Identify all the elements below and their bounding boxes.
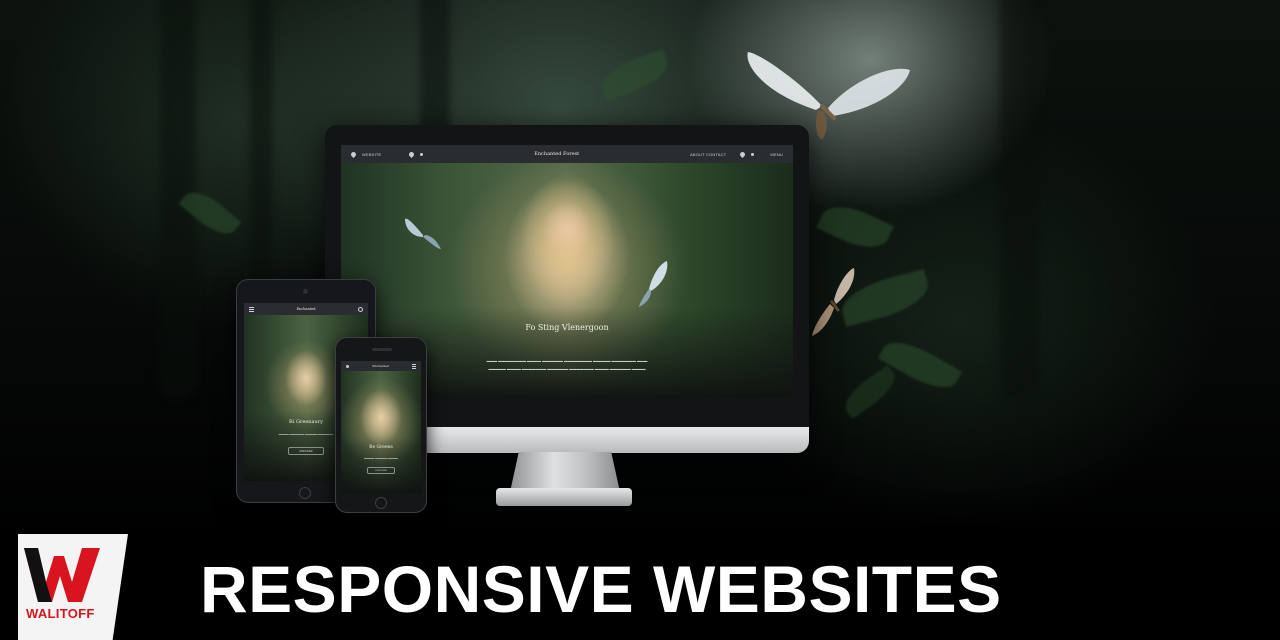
nav-right-links[interactable]: ABOUT CONTACT xyxy=(690,152,726,157)
desktop-hero-text: ▬▬▬▬▬ ▬▬▬▬ ▬▬▬▬▬▬▬ ▬▬▬▬▬▬ ▬▬▬▬▬▬▬ ▬▬▬▬ ▬… xyxy=(488,367,646,371)
dot-icon xyxy=(346,364,349,368)
monitor-stand xyxy=(510,452,620,492)
tablet-cta-button[interactable]: DISCOVER xyxy=(288,447,324,455)
fairy-portrait xyxy=(511,173,623,323)
phone-hero-title: Be Greens xyxy=(369,445,393,450)
dot-icon xyxy=(751,152,755,156)
location-pin-icon xyxy=(349,150,358,158)
nav-menu-link[interactable]: MENU xyxy=(770,152,783,157)
phone-hero-image: Be Greens ▬▬▬▬ ▬▬▬▬▬ ▬▬▬▬ DISCOVER xyxy=(341,371,421,493)
butterfly-in-hero xyxy=(405,218,441,249)
brand-name: WALITOFF xyxy=(26,606,95,621)
desktop-hero-text: ▬▬▬ ▬▬▬▬▬▬▬▬ ▬▬▬▬ ▬▬▬▬▬▬ ▬▬▬▬▬▬▬▬ ▬▬▬▬▬ … xyxy=(486,359,648,363)
phone-device: Enchanted Be Greens ▬▬▬▬ ▬▬▬▬▬ ▬▬▬▬ DISC… xyxy=(335,337,427,513)
phone-site-logo[interactable]: Enchanted xyxy=(372,364,388,368)
butterfly-in-hero xyxy=(639,261,668,307)
phone-cta-button[interactable]: DISCOVER xyxy=(367,467,395,474)
brand-w-logo-icon xyxy=(24,548,100,602)
desktop-hero-title: Fo Sting Vlenergoon xyxy=(525,323,609,332)
menu-icon[interactable] xyxy=(249,306,254,312)
dot-icon xyxy=(420,152,424,156)
leaf xyxy=(877,332,963,398)
leaf xyxy=(816,196,894,258)
home-button[interactable] xyxy=(375,497,387,509)
phone-screen: Enchanted Be Greens ▬▬▬▬ ▬▬▬▬▬ ▬▬▬▬ DISC… xyxy=(341,361,421,493)
location-pin-icon xyxy=(739,150,747,158)
butterfly-small xyxy=(812,268,855,336)
site-logo[interactable]: Enchanted Forest xyxy=(534,151,579,157)
tablet-site-logo[interactable]: Enchanted xyxy=(296,307,315,311)
page-headline: RESPONSIVE WEBSITES xyxy=(200,552,1002,626)
desktop-nav-bar: WEBSITE Enchanted Forest ABOUT CONTACT M… xyxy=(341,145,793,163)
location-pin-icon xyxy=(408,150,416,158)
leaf xyxy=(596,48,674,102)
tree-trunk xyxy=(1000,0,1040,400)
monitor-base xyxy=(496,488,632,506)
phone-nav-bar: Enchanted xyxy=(341,361,421,371)
nav-left-link[interactable]: WEBSITE xyxy=(362,152,381,157)
menu-icon[interactable] xyxy=(411,363,416,369)
camera-icon xyxy=(303,289,308,294)
search-icon[interactable] xyxy=(358,306,363,312)
leaf xyxy=(838,364,902,420)
tablet-nav-bar: Enchanted xyxy=(244,303,368,315)
home-button[interactable] xyxy=(299,487,311,499)
speaker-icon xyxy=(372,348,392,351)
